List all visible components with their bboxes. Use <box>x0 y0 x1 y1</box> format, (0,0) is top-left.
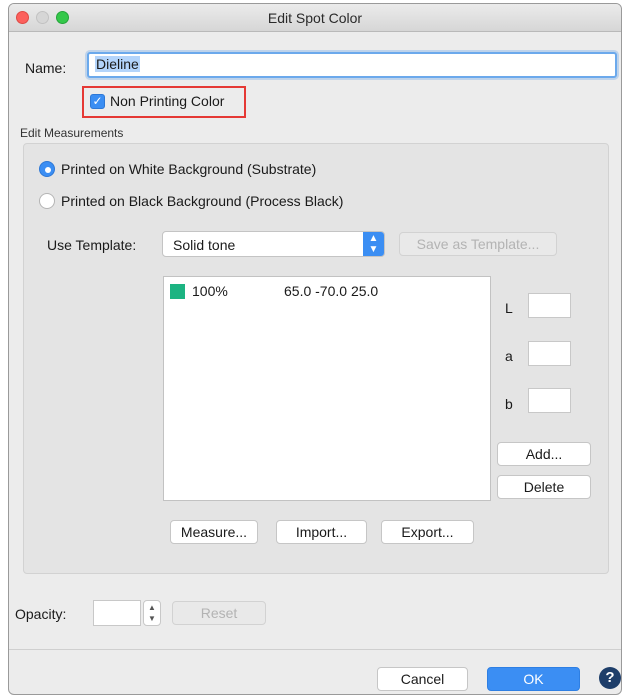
opacity-label: Opacity: <box>15 606 67 622</box>
template-select-value: Solid tone <box>173 237 236 253</box>
delete-button[interactable]: Delete <box>497 475 591 499</box>
list-item-percent: 100% <box>192 283 228 299</box>
edit-spot-color-dialog: Edit Spot Color Name: Dieline ✓ Non Prin… <box>8 3 622 695</box>
name-label: Name: <box>25 60 67 76</box>
footer-divider <box>9 649 621 650</box>
radio-white-background-label[interactable]: Printed on White Background (Substrate) <box>61 161 316 177</box>
radio-black-background-label[interactable]: Printed on Black Background (Process Bla… <box>61 193 343 209</box>
use-template-label: Use Template: <box>47 237 137 253</box>
a-channel-input[interactable] <box>528 341 571 366</box>
radio-black-background[interactable] <box>39 193 55 209</box>
reset-button[interactable]: Reset <box>172 601 266 625</box>
add-button[interactable]: Add... <box>497 442 591 466</box>
updown-chevron-icon: ▲ ▼ <box>363 232 384 256</box>
non-printing-label[interactable]: Non Printing Color <box>110 93 224 109</box>
l-channel-label: L <box>505 300 513 316</box>
opacity-input[interactable] <box>93 600 141 626</box>
template-select[interactable]: Solid tone ▲ ▼ <box>162 231 385 257</box>
name-value: Dieline <box>95 56 140 72</box>
measurement-list[interactable]: 100% 65.0 -70.0 25.0 <box>163 276 491 501</box>
color-swatch <box>170 284 185 299</box>
cancel-button[interactable]: Cancel <box>377 667 468 691</box>
title-bar[interactable]: Edit Spot Color <box>9 4 621 32</box>
import-button[interactable]: Import... <box>276 520 367 544</box>
b-channel-label: b <box>505 396 513 412</box>
edit-measurements-label: Edit Measurements <box>20 126 124 140</box>
b-channel-input[interactable] <box>528 388 571 413</box>
list-item-lab-values: 65.0 -70.0 25.0 <box>284 283 379 299</box>
opacity-stepper[interactable]: ▲ ▼ <box>143 600 161 626</box>
name-input[interactable]: Dieline <box>87 52 617 78</box>
export-button[interactable]: Export... <box>381 520 474 544</box>
window-title: Edit Spot Color <box>267 10 363 26</box>
help-icon[interactable]: ? <box>599 667 621 689</box>
radio-white-background[interactable] <box>39 161 55 177</box>
measure-button[interactable]: Measure... <box>170 520 258 544</box>
l-channel-input[interactable] <box>528 293 571 318</box>
non-printing-checkbox[interactable]: ✓ <box>90 94 105 109</box>
save-as-template-button[interactable]: Save as Template... <box>399 232 557 256</box>
ok-button[interactable]: OK <box>487 667 580 691</box>
a-channel-label: a <box>505 348 513 364</box>
